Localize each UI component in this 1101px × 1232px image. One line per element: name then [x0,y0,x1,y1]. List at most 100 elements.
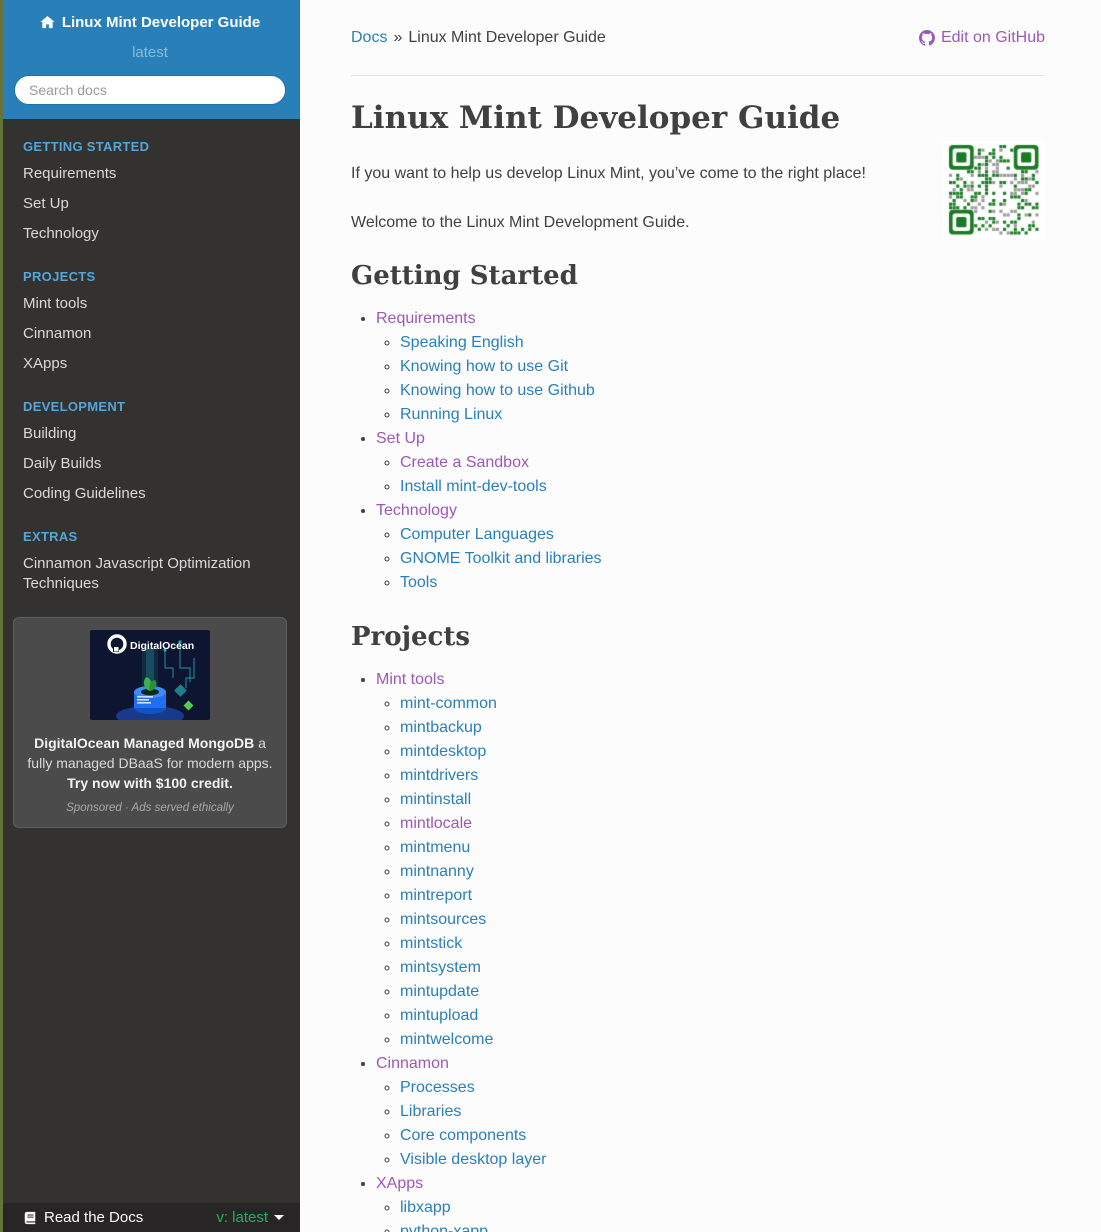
toc-link[interactable]: mintreport [400,887,472,904]
toc-subitem: Knowing how to use Github [400,379,1045,403]
toc-link[interactable]: mintinstall [400,791,471,808]
sidebar-item-link[interactable]: XApps [23,354,277,374]
divider [351,75,1045,76]
toc-subitem: Knowing how to use Git [400,355,1045,379]
sidebar-item: Cinnamon [0,319,300,349]
github-icon [918,30,935,46]
toc-subitem: mintmenu [400,836,1045,860]
toc-link[interactable]: python-xapp [400,1223,488,1232]
sidebar-item: XApps [0,349,300,379]
sidebar-item: Cinnamon Javascript Optimization Techniq… [0,549,300,599]
sidebar-section-caption: EXTRAS [23,529,78,544]
sidebar-item-link[interactable]: Technology [23,224,277,244]
toc-link[interactable]: GNOME Toolkit and libraries [400,550,602,567]
toc-link[interactable]: Visible desktop layer [400,1151,546,1168]
sidebar-item: Set Up [0,189,300,219]
sidebar-item-link[interactable]: Building [23,424,277,444]
toc-link[interactable]: XApps [376,1175,423,1192]
sidebar-item-link[interactable]: Daily Builds [23,454,277,474]
home-icon [40,15,55,29]
sidebar-item-link[interactable]: Cinnamon [23,324,277,344]
toc-link[interactable]: mintsources [400,911,486,928]
toc-link[interactable]: Requirements [376,310,476,327]
sidebar-section-caption: GETTING STARTED [23,139,150,154]
toc-link[interactable]: Create a Sandbox [400,454,529,471]
toc-link[interactable]: mintsystem [400,959,481,976]
sidebar-item-link[interactable]: Set Up [23,194,277,214]
toc-subitem: libxapp [400,1196,1045,1220]
toc-item: Mint tools mint-common mintbackup mintdeskt… [376,668,1045,1052]
sidebar-item-link[interactable]: Cinnamon Javascript Optimization Techniq… [23,554,277,594]
sidebar-item: Building [0,419,300,449]
search-input[interactable] [14,75,286,105]
toc-link[interactable]: mintupload [400,1007,478,1024]
edit-on-github-link[interactable]: Edit on GitHub [918,28,1045,48]
toc-link[interactable]: Mint tools [376,671,444,688]
sidebar-item-link[interactable]: Requirements [23,164,277,184]
main-content: Docs » Linux Mint Developer Guide Edit on … [300,0,1101,1232]
toc-subitem: Running Linux [400,403,1045,427]
toc-link[interactable]: mint-common [400,695,497,712]
toc-subitem: mintbackup [400,716,1045,740]
ad-text: DigitalOcean Managed MongoDB a fully man… [24,733,276,793]
toc-link[interactable]: mintupdate [400,983,479,1000]
toc-item: Cinnamon Processes Libraries Core component… [376,1052,1045,1172]
toc-link[interactable]: Processes [400,1079,475,1096]
version-switcher-label: v: latest [216,1209,268,1226]
toc-link[interactable]: Set Up [376,430,425,447]
toc-subitem: Speaking English [400,331,1045,355]
toc-link[interactable]: Install mint-dev-tools [400,478,547,495]
toc-item: XApps libxapp python-xapp [376,1172,1045,1232]
section-heading: Getting Started [351,261,578,291]
toc-subitem: mintsources [400,908,1045,932]
toc-subitem: Core components [400,1124,1045,1148]
toc-link[interactable]: mintmenu [400,839,470,856]
toc-link[interactable]: Tools [400,574,437,591]
toc-link[interactable]: Cinnamon [376,1055,449,1072]
sidebar-item-link[interactable]: Coding Guidelines [23,484,277,504]
toc-subitem: mintlocale [400,812,1045,836]
toc-link[interactable]: Knowing how to use Git [400,358,568,375]
toc-subitem: Libraries [400,1100,1045,1124]
toc-item: Requirements Speaking English Knowing how … [376,307,1045,427]
toc-link[interactable]: Libraries [400,1103,461,1120]
ethical-ad[interactable]: DigitalOcean DigitalOcean Managed MongoD… [13,617,287,828]
project-title: Linux Mint Developer Guide [61,14,261,31]
toc-link[interactable]: mintwelcome [400,1031,493,1048]
toc-subitem: mintdesktop [400,740,1045,764]
sidebar-nav: GETTING STARTED Requirements Set Up Technol… [0,119,300,599]
version-label: latest [132,44,168,61]
breadcrumb-docs-link[interactable]: Docs [351,29,387,46]
sidebar-section: EXTRAS Cinnamon Javascript Optimization T… [0,525,300,599]
sidebar-item: Requirements [0,159,300,189]
toc-link[interactable]: Computer Languages [400,526,554,543]
toc-subitem: mintwelcome [400,1028,1045,1052]
toc-link[interactable]: Running Linux [400,406,502,423]
version-switcher[interactable]: v: latest [216,1209,284,1226]
toc-link[interactable]: mintdesktop [400,743,486,760]
project-home-link[interactable]: Linux Mint Developer Guide [40,14,260,31]
toc-sections: Getting Started Requirements Speaking Engl… [351,259,1045,1232]
toc-link[interactable]: Speaking English [400,334,524,351]
chevron-down-icon [274,1215,284,1220]
toc-link[interactable]: mintnanny [400,863,474,880]
sidebar-item-link[interactable]: Mint tools [23,294,277,314]
toc-link[interactable]: mintbackup [400,719,482,736]
toc-link[interactable]: Technology [376,502,457,519]
toc-link[interactable]: libxapp [400,1199,451,1216]
toc-subitem: Install mint-dev-tools [400,475,1045,499]
toc-link[interactable]: mintdrivers [400,767,478,784]
toc-link[interactable]: Core components [400,1127,526,1144]
page-title: Linux Mint Developer Guide [351,100,841,136]
toc-link[interactable]: mintlocale [400,815,472,832]
toc-item: Technology Computer Languages GNOME Toolki… [376,499,1045,595]
sidebar-section: PROJECTS Mint tools Cinnamon XApps [0,265,300,379]
ad-title: DigitalOcean Managed MongoDB [34,735,255,751]
toc-link[interactable]: Knowing how to use Github [400,382,595,399]
intro-paragraph-2: Welcome to the Linux Mint Development Gu… [351,214,690,231]
toc-subitem: mintupload [400,1004,1045,1028]
ad-disclaimer: Sponsored · Ads served ethically [66,802,234,814]
toc-subitem: GNOME Toolkit and libraries [400,547,1045,571]
toc-link[interactable]: mintstick [400,935,462,952]
toc-subitem: Processes [400,1076,1045,1100]
